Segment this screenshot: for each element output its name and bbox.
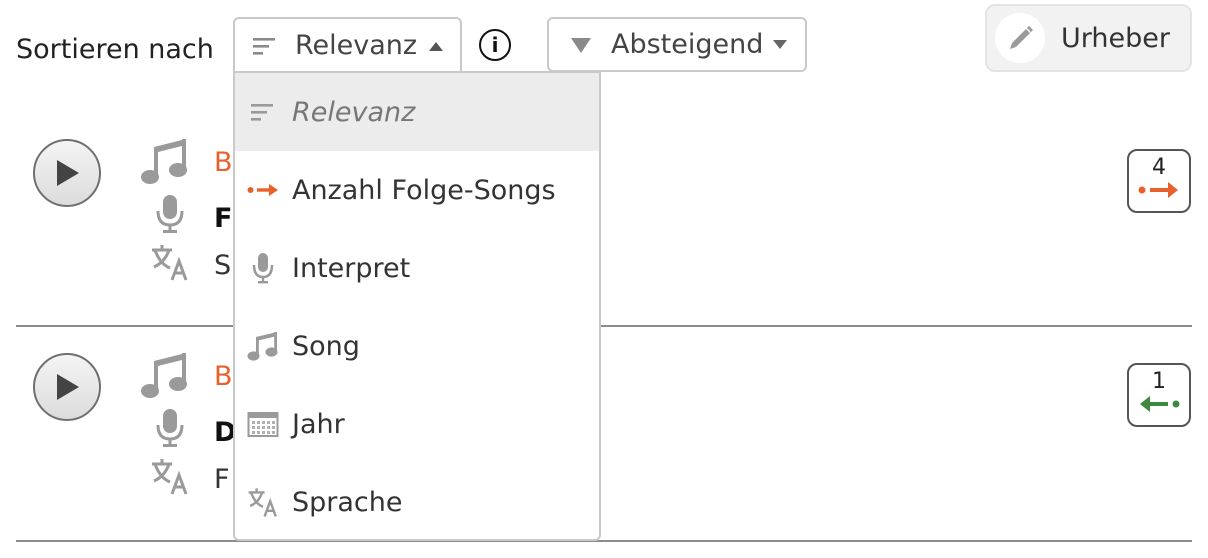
language-name: S: [214, 250, 232, 281]
play-button[interactable]: [33, 353, 101, 421]
song-title[interactable]: B: [214, 361, 233, 392]
sort-option-relevanz[interactable]: Relevanz: [235, 73, 599, 151]
sort-option-sprache[interactable]: Sprache: [235, 463, 599, 541]
sort-dropdown-menu: Relevanz Anzahl Folge-Songs Interpret So…: [233, 71, 601, 541]
pencil-icon-circle: [995, 13, 1045, 63]
author-button[interactable]: Urheber: [985, 4, 1192, 72]
badge-count: 1: [1152, 369, 1166, 394]
sort-option-song[interactable]: Song: [235, 307, 599, 385]
sort-option-interpret[interactable]: Interpret: [235, 229, 599, 307]
microphone-icon: [247, 252, 279, 284]
sort-option-label: Song: [292, 330, 360, 362]
author-button-label: Urheber: [1061, 22, 1170, 54]
caret-up-icon: [429, 41, 444, 51]
badge-count: 4: [1152, 155, 1166, 180]
music-note-icon: [247, 330, 279, 362]
calendar-icon: [247, 408, 279, 440]
row-divider: [16, 540, 1192, 542]
sort-lines-icon: [253, 37, 275, 55]
sort-option-label: Anzahl Folge-Songs: [292, 174, 556, 206]
play-button[interactable]: [33, 139, 101, 207]
dot-arrow-left-icon: [1140, 396, 1180, 412]
language-name: F: [214, 464, 230, 495]
microphone-icon: [156, 409, 184, 447]
music-note-icon: [141, 139, 187, 184]
dot-arrow-right-icon: [1138, 182, 1178, 198]
order-select-value: Absteigend: [611, 29, 764, 60]
translate-icon: [152, 459, 188, 495]
order-select[interactable]: Absteigend: [547, 17, 807, 72]
info-button[interactable]: i: [479, 29, 511, 61]
sort-option-label: Jahr: [292, 408, 345, 440]
row-divider: [16, 325, 1192, 327]
artist-name[interactable]: F: [214, 203, 232, 234]
sort-option-jahr[interactable]: Jahr: [235, 385, 599, 463]
caret-down-icon: [773, 39, 788, 49]
microphone-icon: [156, 195, 184, 233]
sort-option-label: Sprache: [292, 486, 403, 518]
dot-arrow-right-icon: [247, 174, 279, 206]
pencil-icon: [1010, 26, 1033, 49]
follow-songs-badge[interactable]: 4: [1127, 149, 1191, 213]
play-icon: [57, 160, 79, 186]
sort-label: Sortieren nach: [16, 34, 214, 65]
info-icon: i: [491, 33, 499, 57]
translate-icon: [152, 245, 188, 281]
sort-select-value: Relevanz: [295, 30, 418, 61]
follow-songs-badge[interactable]: 1: [1127, 363, 1191, 427]
sort-option-follow-songs[interactable]: Anzahl Folge-Songs: [235, 151, 599, 229]
song-title[interactable]: B: [214, 147, 233, 178]
music-note-icon: [141, 353, 187, 398]
sort-option-label: Relevanz: [292, 96, 416, 128]
sort-select[interactable]: Relevanz: [233, 17, 462, 72]
sort-option-label: Interpret: [292, 252, 411, 284]
triangle-down-icon: [571, 37, 591, 53]
sort-lines-icon: [247, 96, 279, 128]
translate-icon: [247, 486, 279, 518]
play-icon: [57, 374, 79, 400]
